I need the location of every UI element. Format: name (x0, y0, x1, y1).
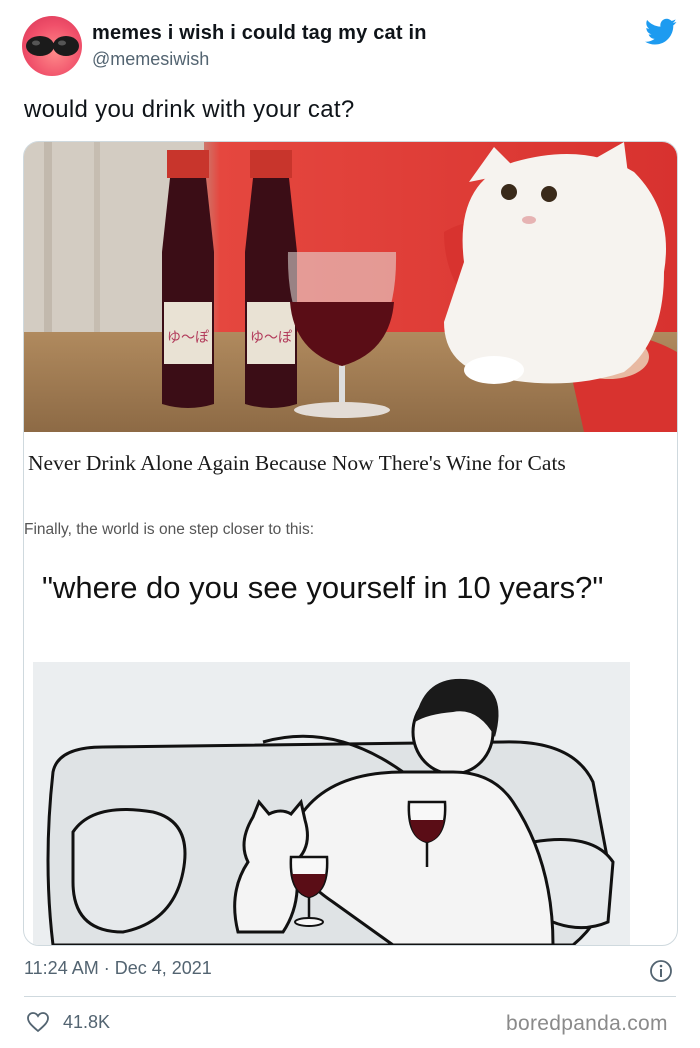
article-headline: Never Drink Alone Again Because Now Ther… (28, 451, 566, 475)
bottle-label-1: ゆ〜ぽ (167, 330, 209, 346)
tweet-media[interactable]: ゆ〜ぽ ゆ〜ぽ Never Drink Alone Again Because … (23, 141, 678, 946)
author-handle[interactable]: @memesiwish (92, 49, 209, 70)
avatar-sunglasses-graphic (26, 36, 79, 56)
bottle-label-2: ゆ〜ぽ (250, 330, 292, 346)
tweet-text: would you drink with your cat? (24, 96, 355, 123)
tweet-timestamp[interactable]: 11:24 AM · Dec 4, 2021 (24, 958, 212, 979)
man-and-cat-sketch (33, 662, 630, 945)
info-icon[interactable] (649, 959, 673, 983)
avatar[interactable] (22, 16, 82, 76)
twitter-bird-icon[interactable] (645, 18, 677, 46)
heart-icon[interactable] (26, 1011, 50, 1033)
divider (24, 996, 676, 997)
cat-wine-photo: ゆ〜ぽ ゆ〜ぽ (24, 142, 677, 432)
article-subline: Finally, the world is one step closer to… (24, 521, 315, 538)
watermark: boredpanda.com (506, 1012, 668, 1035)
meme-caption: "where do you see yourself in 10 years?" (42, 570, 604, 605)
like-count[interactable]: 41.8K (63, 1012, 110, 1033)
author-name[interactable]: memes i wish i could tag my cat in (92, 22, 427, 45)
